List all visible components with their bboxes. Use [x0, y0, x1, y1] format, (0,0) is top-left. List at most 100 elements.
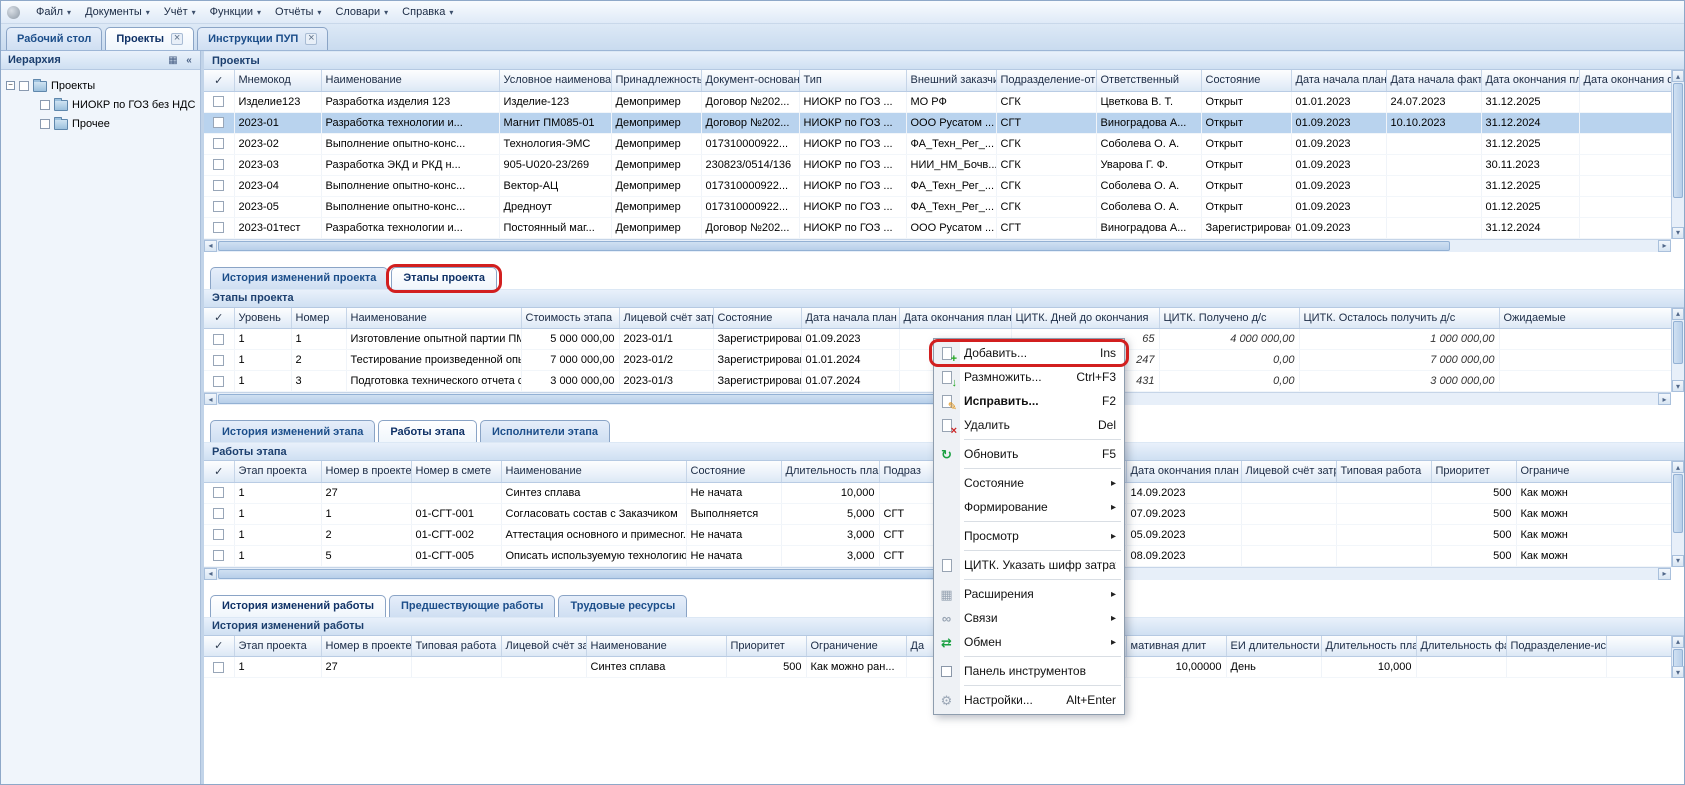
tab-level2-1[interactable]: Работы этапа	[378, 420, 477, 442]
scrollbar-thumb[interactable]	[218, 394, 1025, 404]
row-checkbox[interactable]	[213, 201, 224, 212]
tree-node-0[interactable]: −Проекты	[6, 76, 198, 95]
column-header-stages-9[interactable]: ЦИТК. Получено д/с	[1159, 308, 1299, 329]
column-header-projects-3[interactable]: Принадлежность	[611, 70, 701, 91]
scroll-down-icon[interactable]: ▾	[1672, 227, 1684, 239]
select-all-header[interactable]: ✓	[204, 70, 234, 91]
column-header-works-8[interactable]: Лицевой счёт затр	[1241, 461, 1336, 482]
column-header-work_history-10[interactable]: Длительность пла	[1321, 636, 1416, 657]
column-header-projects-13[interactable]: Дата окончания ф	[1579, 70, 1671, 91]
scroll-right-icon[interactable]: ▸	[1658, 393, 1671, 405]
scroll-down-icon[interactable]: ▾	[1672, 666, 1684, 678]
close-tab-icon[interactable]: ×	[305, 33, 317, 45]
column-header-stages-11[interactable]: Ожидаемые	[1499, 308, 1671, 329]
row-checkbox[interactable]	[213, 180, 224, 191]
row-checkbox[interactable]	[213, 138, 224, 149]
row-checkbox[interactable]	[213, 376, 224, 387]
column-header-work_history-12[interactable]: Подразделение-ис	[1506, 636, 1606, 657]
column-header-projects-4[interactable]: Документ-основан	[701, 70, 799, 91]
vertical-scrollbar[interactable]: ▴ ▾	[1671, 636, 1684, 679]
scroll-up-icon[interactable]: ▴	[1672, 308, 1684, 320]
scrollbar-thumb[interactable]	[1673, 83, 1683, 198]
window-tab-2[interactable]: Инструкции ПУП×	[197, 27, 328, 50]
tree-checkbox[interactable]	[19, 81, 29, 91]
scroll-up-icon[interactable]: ▴	[1672, 461, 1684, 473]
column-header-projects-8[interactable]: Ответственный	[1096, 70, 1201, 91]
column-header-works-10[interactable]: Приоритет	[1431, 461, 1516, 482]
context-menu-item-3[interactable]: ×УдалитьDel	[934, 413, 1124, 437]
scroll-up-icon[interactable]: ▴	[1672, 636, 1684, 648]
column-header-projects-0[interactable]: Мнемокод	[234, 70, 321, 91]
column-header-stages-4[interactable]: Лицевой счёт затрат	[619, 308, 713, 329]
tab-level2-2[interactable]: Исполнители этапа	[480, 420, 610, 442]
menu-item-4[interactable]: Отчёты▾	[268, 4, 328, 20]
scrollbar-thumb[interactable]	[1673, 321, 1683, 365]
column-header-work_history-3[interactable]: Лицевой счёт затр	[501, 636, 586, 657]
menu-item-2[interactable]: Учёт▾	[157, 4, 203, 20]
scrollbar-thumb[interactable]	[1673, 474, 1683, 533]
scroll-right-icon[interactable]: ▸	[1658, 240, 1671, 252]
collapse-sidebar-icon[interactable]: «	[181, 53, 197, 68]
tab-level3-2[interactable]: Трудовые ресурсы	[558, 595, 687, 617]
scroll-left-icon[interactable]: ◂	[204, 240, 217, 252]
menu-item-3[interactable]: Функции▾	[203, 4, 268, 20]
column-header-works-2[interactable]: Номер в смете	[411, 461, 501, 482]
projects-row-3[interactable]: 2023-03Разработка ЭКД и РКД н...905-U020…	[204, 154, 1671, 175]
context-menu-item-5[interactable]: ↻ОбновитьF5	[934, 442, 1124, 466]
context-menu-item-2[interactable]: ✎Исправить...F2	[934, 389, 1124, 413]
column-header-work_history-6[interactable]: Ограничение	[806, 636, 906, 657]
scrollbar-thumb[interactable]	[218, 241, 1450, 251]
column-header-projects-7[interactable]: Подразделение-от	[996, 70, 1096, 91]
tab-level3-1[interactable]: Предшествующие работы	[389, 595, 555, 617]
column-header-works-0[interactable]: Этап проекта	[234, 461, 321, 482]
column-header-works-4[interactable]: Состояние	[686, 461, 781, 482]
tab-level3-0[interactable]: История изменений работы	[210, 595, 386, 617]
row-checkbox[interactable]	[213, 159, 224, 170]
context-menu-item-18[interactable]: Панель инструментов	[934, 659, 1124, 683]
row-checkbox[interactable]	[213, 355, 224, 366]
row-checkbox[interactable]	[213, 334, 224, 345]
column-header-work_history-2[interactable]: Типовая работа	[411, 636, 501, 657]
select-all-header[interactable]: ✓	[204, 636, 234, 657]
column-header-projects-6[interactable]: Внешний заказчик	[906, 70, 996, 91]
scroll-left-icon[interactable]: ◂	[204, 393, 217, 405]
select-all-header[interactable]: ✓	[204, 461, 234, 482]
scroll-right-icon[interactable]: ▸	[1658, 568, 1671, 580]
scroll-left-icon[interactable]: ◂	[204, 568, 217, 580]
scroll-up-icon[interactable]: ▴	[1672, 70, 1684, 82]
context-menu-item-16[interactable]: ⇄Обмен▸	[934, 630, 1124, 654]
collapse-node-icon[interactable]: −	[6, 81, 15, 90]
column-header-projects-1[interactable]: Наименование	[321, 70, 499, 91]
context-menu-item-0[interactable]: +Добавить...Ins	[934, 341, 1124, 365]
projects-row-2[interactable]: 2023-02Выполнение опытно-конс...Технолог…	[204, 133, 1671, 154]
column-header-works-7[interactable]: Дата окончания план	[1126, 461, 1241, 482]
projects-row-5[interactable]: 2023-05Выполнение опытно-конс...Дредноут…	[204, 196, 1671, 217]
projects-row-6[interactable]: 2023-01тестРазработка технологии и...Пос…	[204, 217, 1671, 238]
select-all-header[interactable]: ✓	[204, 308, 234, 329]
projects-row-4[interactable]: 2023-04Выполнение опытно-конс...Вектор-А…	[204, 175, 1671, 196]
tree-node-2[interactable]: Прочее	[6, 114, 198, 133]
column-header-stages-2[interactable]: Наименование	[346, 308, 521, 329]
column-header-projects-9[interactable]: Состояние	[1201, 70, 1291, 91]
column-header-work_history-8[interactable]: мативная длит	[1126, 636, 1226, 657]
column-header-stages-6[interactable]: Дата начала план	[801, 308, 899, 329]
row-checkbox[interactable]	[213, 117, 224, 128]
tree-node-1[interactable]: НИОКР по ГОЗ без НДС	[6, 95, 198, 114]
column-header-work_history-9[interactable]: ЕИ длительности	[1226, 636, 1321, 657]
scroll-down-icon[interactable]: ▾	[1672, 555, 1684, 567]
row-checkbox[interactable]	[213, 222, 224, 233]
projects-row-1[interactable]: 2023-01Разработка технологии и...Магнит …	[204, 112, 1671, 133]
row-checkbox[interactable]	[213, 487, 224, 498]
column-header-stages-7[interactable]: Дата окончания план	[899, 308, 1011, 329]
column-header-work_history-4[interactable]: Наименование	[586, 636, 726, 657]
row-checkbox[interactable]	[213, 550, 224, 561]
vertical-scrollbar[interactable]: ▴ ▾	[1671, 308, 1684, 393]
menu-item-6[interactable]: Справка▾	[395, 4, 460, 20]
tab-level1-1[interactable]: Этапы проекта	[391, 267, 497, 289]
tab-level1-0[interactable]: История изменений проекта	[210, 267, 388, 289]
column-header-work_history-11[interactable]: Длительность фак	[1416, 636, 1506, 657]
column-header-stages-10[interactable]: ЦИТК. Осталось получить д/с	[1299, 308, 1499, 329]
vertical-scrollbar[interactable]: ▴ ▾	[1671, 70, 1684, 239]
column-header-works-1[interactable]: Номер в проекте	[321, 461, 411, 482]
scroll-down-icon[interactable]: ▾	[1672, 380, 1684, 392]
